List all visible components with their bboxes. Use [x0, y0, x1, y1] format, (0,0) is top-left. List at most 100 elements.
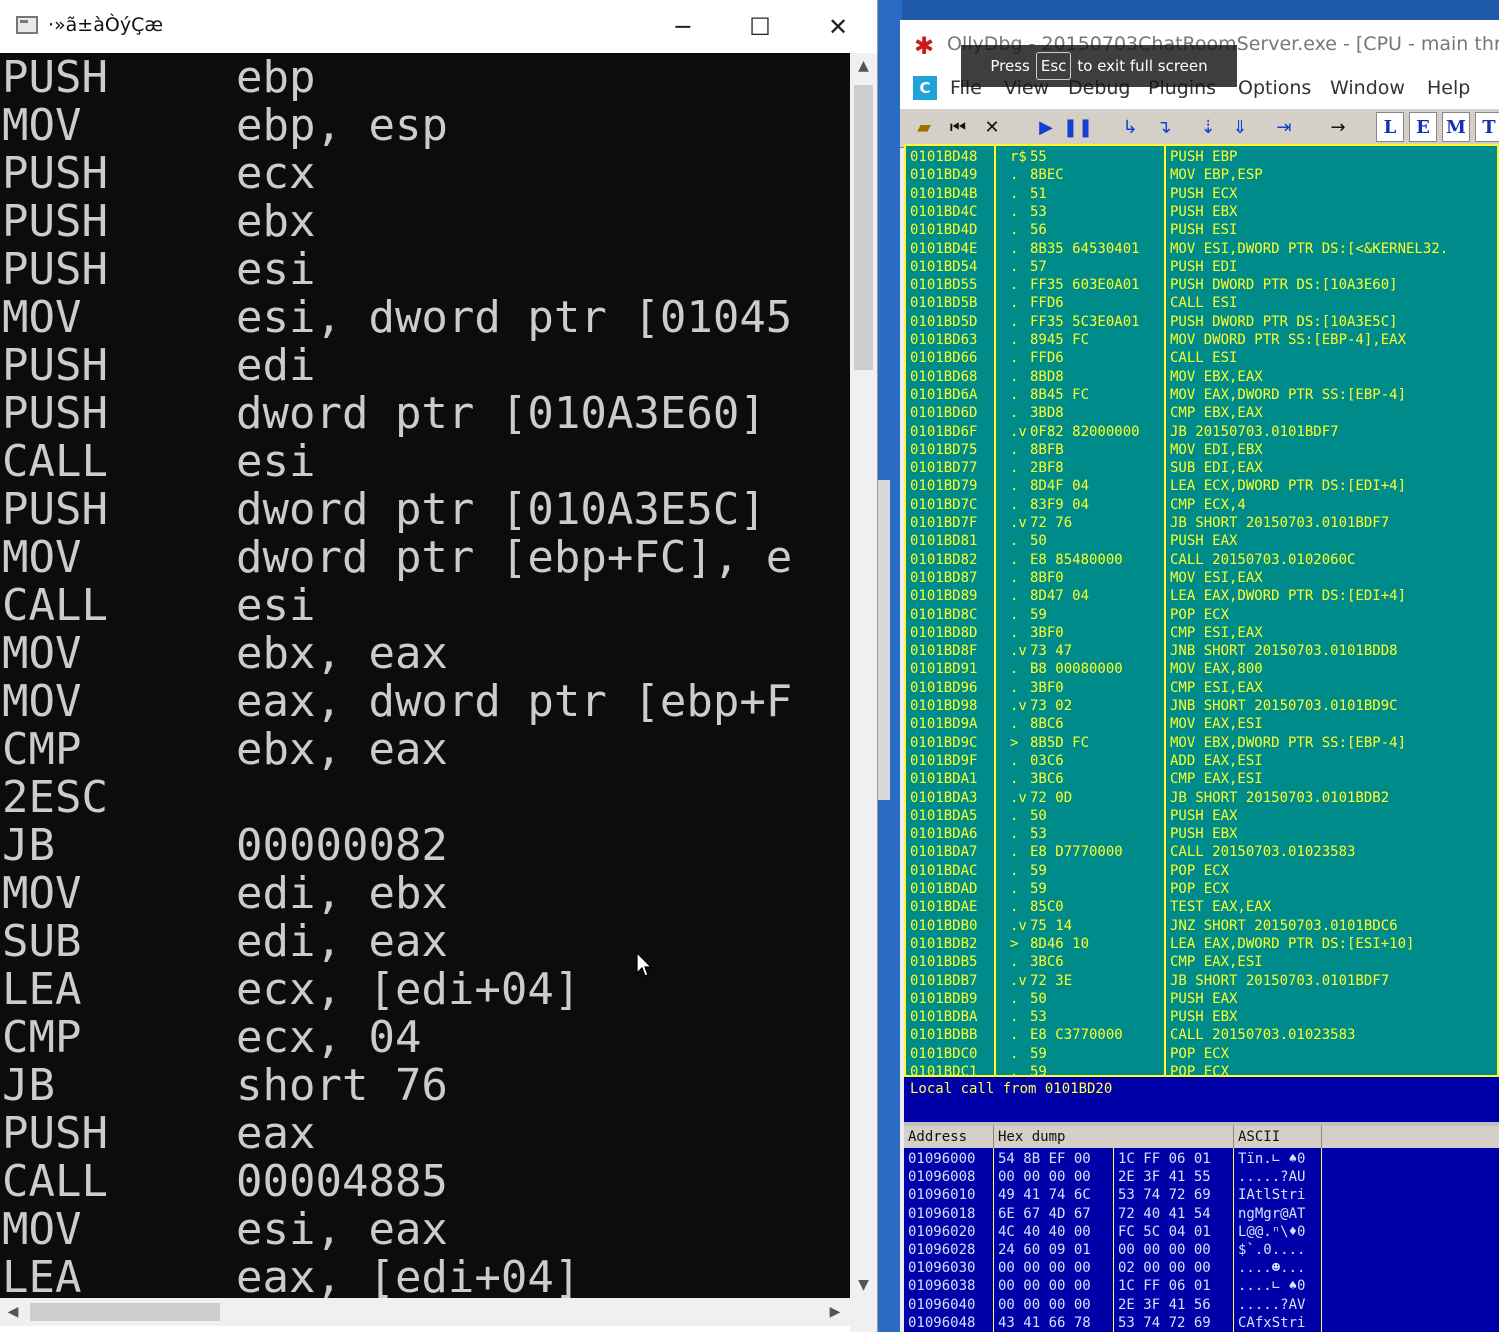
dump-header-ascii[interactable]: ASCII: [1234, 1126, 1322, 1148]
cpu-row[interactable]: 0101BDA3 .v 72 0D JB SHORT 20150703.0101BDB…: [906, 789, 1497, 807]
maximize-button[interactable]: ☐: [721, 0, 799, 53]
cpu-row[interactable]: 0101BD91. B8 00080000 MOV EAX,800: [906, 660, 1497, 678]
cpu-row[interactable]: 0101BD49. 8BEC MOV EBP,ESP: [906, 166, 1497, 184]
cpu-row[interactable]: 0101BD9C >8B5D FC MOV EBX,DWORD PTR SS:[EB…: [906, 734, 1497, 752]
cpu-row[interactable]: 0101BD75. 8BFB MOV EDI,EBX: [906, 441, 1497, 459]
trace-into-icon[interactable]: ⇣: [1194, 113, 1222, 141]
cpu-row[interactable]: 0101BD4E. 8B35 64530401 MOV ESI,DWORD PTR …: [906, 240, 1497, 258]
minimize-button[interactable]: ─: [644, 0, 722, 53]
threads-window-button[interactable]: T: [1475, 112, 1499, 142]
cpu-row[interactable]: 0101BD54. 57 PUSH EDI: [906, 258, 1497, 276]
cpu-row[interactable]: 0101BDBB. E8 C3770000 CALL 20150703.010235…: [906, 1026, 1497, 1044]
run-icon[interactable]: ▶: [1032, 113, 1060, 141]
dump-row[interactable]: 01096040 00 00 00 00 2E 3F 41 56 .....?AV: [904, 1296, 1499, 1314]
cpu-row[interactable]: 0101BDA1. 3BC6 CMP EAX,ESI: [906, 770, 1497, 788]
cpu-row[interactable]: 0101BD9A. 8BC6 MOV EAX,ESI: [906, 715, 1497, 733]
pause-icon[interactable]: ❚❚: [1063, 113, 1093, 141]
log-window-button[interactable]: L: [1376, 112, 1404, 142]
cpu-hex: 8D47 04: [1030, 588, 1090, 605]
dump-row[interactable]: 01096010 49 41 74 6C 53 74 72 69 IAtlStri: [904, 1186, 1499, 1204]
hex-dump-pane[interactable]: Address Hex dump ASCII 01096000 54 8B EF …: [904, 1126, 1499, 1332]
menu-help[interactable]: Help: [1427, 77, 1470, 99]
menu-options[interactable]: Options: [1238, 77, 1311, 99]
cpu-row[interactable]: 0101BD79. 8D4F 04 LEA ECX,DWORD PTR DS:[ED…: [906, 477, 1497, 495]
vertical-scrollbar[interactable]: ▲ ▼: [850, 53, 877, 1298]
dump-header-address[interactable]: Address: [904, 1126, 994, 1148]
cpu-row[interactable]: 0101BDB0 .v 75 14 JNZ SHORT 20150703.0101BD…: [906, 917, 1497, 935]
cpu-row[interactable]: 0101BDA6. 53 PUSH EBX: [906, 825, 1497, 843]
dump-row[interactable]: 01096048 43 41 66 78 53 74 72 69 CAfxStri: [904, 1314, 1499, 1332]
cpu-row[interactable]: 0101BDB5. 3BC6 CMP EAX,ESI: [906, 953, 1497, 971]
cpu-row[interactable]: 0101BDAC. 59 POP ECX: [906, 862, 1497, 880]
cpu-row[interactable]: 0101BD6D. 3BD8 CMP EBX,EAX: [906, 404, 1497, 422]
cpu-window-icon[interactable]: C: [913, 76, 937, 100]
dump-row[interactable]: 01096028 24 60 09 01 00 00 00 00 $`.0....: [904, 1241, 1499, 1259]
cpu-row[interactable]: 0101BD6F .v 0F82 82000000 JB 20150703.0101B…: [906, 423, 1497, 441]
memory-window-button[interactable]: M: [1442, 112, 1470, 142]
scroll-left-button[interactable]: ◀: [0, 1298, 26, 1326]
close-program-icon[interactable]: ✕: [978, 113, 1006, 141]
cpu-row[interactable]: 0101BD55. FF35 603E0A01 PUSH DWORD PTR DS:…: [906, 276, 1497, 294]
cpu-row[interactable]: 0101BDB9. 50 PUSH EAX: [906, 990, 1497, 1008]
cpu-row[interactable]: 0101BD68. 8BD8 MOV EBX,EAX: [906, 368, 1497, 386]
dump-row[interactable]: 01096018 6E 67 4D 67 72 40 41 54 ngMgr@AT: [904, 1205, 1499, 1223]
cpu-row[interactable]: 0101BD5D. FF35 5C3E0A01 PUSH DWORD PTR DS:…: [906, 313, 1497, 331]
cpu-row[interactable]: 0101BDB2 >8D46 10 LEA EAX,DWORD PTR DS:[ES…: [906, 935, 1497, 953]
cpu-row[interactable]: 0101BD96. 3BF0 CMP ESI,EAX: [906, 679, 1497, 697]
scroll-right-button[interactable]: ▶: [822, 1298, 848, 1326]
modules-window-button[interactable]: E: [1409, 112, 1437, 142]
cpu-row[interactable]: 0101BD77. 2BF8 SUB EDI,EAX: [906, 459, 1497, 477]
cpu-row[interactable]: 0101BD63. 8945 FC MOV DWORD PTR SS:[EBP-4]…: [906, 331, 1497, 349]
cpu-row[interactable]: 0101BD4B. 51 PUSH ECX: [906, 185, 1497, 203]
cpu-row[interactable]: 0101BD9F. 03C6 ADD EAX,ESI: [906, 752, 1497, 770]
dump-row[interactable]: 01096038 00 00 00 00 1C FF 06 01 ....∟ ♠0: [904, 1277, 1499, 1295]
dump-row[interactable]: 01096000 54 8B EF 00 1C FF 06 01 Tïn.∟ ♠0: [904, 1150, 1499, 1168]
step-over-icon[interactable]: ↴: [1150, 113, 1178, 141]
cpu-row[interactable]: 0101BD6A. 8B45 FC MOV EAX,DWORD PTR SS:[EB…: [906, 386, 1497, 404]
horizontal-scrollbar[interactable]: ◀ ▶: [0, 1298, 850, 1326]
cpu-address: 0101BDC1: [910, 1064, 978, 1077]
cpu-row[interactable]: 0101BDBA. 53 PUSH EBX: [906, 1008, 1497, 1026]
vertical-scroll-thumb[interactable]: [854, 85, 873, 370]
restart-icon[interactable]: ⏮: [944, 113, 972, 141]
execute-till-return-icon[interactable]: ⇥: [1270, 113, 1298, 141]
cpu-row[interactable]: 0101BDA5. 50 PUSH EAX: [906, 807, 1497, 825]
cpu-asm: POP ECX: [1170, 606, 1230, 623]
cpu-row[interactable]: 0101BD7F .v 72 76 JB SHORT 20150703.0101BDF…: [906, 514, 1497, 532]
cpu-row[interactable]: 0101BD8C. 59 POP ECX: [906, 606, 1497, 624]
cpu-row[interactable]: 0101BD8F .v 73 47 JNB SHORT 20150703.0101BD…: [906, 642, 1497, 660]
cpu-row[interactable]: 0101BDC0. 59 POP ECX: [906, 1045, 1497, 1063]
cpu-row[interactable]: 0101BD4D. 56 PUSH ESI: [906, 221, 1497, 239]
dump-row[interactable]: 01096008 00 00 00 00 2E 3F 41 55 .....?AU: [904, 1168, 1499, 1186]
cpu-row[interactable]: 0101BD4C. 53 PUSH EBX: [906, 203, 1497, 221]
scroll-down-button[interactable]: ▼: [850, 1272, 877, 1298]
step-into-icon[interactable]: ↳: [1116, 113, 1144, 141]
close-button[interactable]: ✕: [799, 0, 877, 53]
dump-row[interactable]: 01096020 4C 40 40 00 FC 5C 04 01 L@@.ⁿ\♦0: [904, 1223, 1499, 1241]
cpu-row[interactable]: 0101BD48 r$ 55 PUSH EBP: [906, 148, 1497, 166]
horizontal-scroll-thumb[interactable]: [30, 1303, 220, 1321]
cpu-row[interactable]: 0101BDAE. 85C0 TEST EAX,EAX: [906, 898, 1497, 916]
cpu-row[interactable]: 0101BDB7 .v 72 3E JB SHORT 20150703.0101BDF…: [906, 972, 1497, 990]
cpu-row[interactable]: 0101BDA7. E8 D7770000 CALL 20150703.010235…: [906, 843, 1497, 861]
trace-over-icon[interactable]: ⇓: [1226, 113, 1254, 141]
scroll-up-button[interactable]: ▲: [850, 53, 877, 79]
dump-row[interactable]: 01096030 00 00 00 00 02 00 00 00 ....☻...: [904, 1259, 1499, 1277]
cpu-row[interactable]: 0101BDAD. 59 POP ECX: [906, 880, 1497, 898]
menu-window[interactable]: Window: [1330, 77, 1405, 99]
console-output[interactable]: PUSH ebp MOV ebp, esp PUSH ecx PUSH ebx PUSH esi M…: [0, 53, 850, 1298]
cpu-row[interactable]: 0101BD66. FFD6 CALL ESI: [906, 349, 1497, 367]
cpu-row[interactable]: 0101BD89. 8D47 04 LEA EAX,DWORD PTR DS:[ED…: [906, 587, 1497, 605]
open-icon[interactable]: ▰: [910, 113, 938, 141]
cpu-row[interactable]: 0101BD5B. FFD6 CALL ESI: [906, 294, 1497, 312]
cpu-row[interactable]: 0101BD82. E8 85480000 CALL 20150703.010206…: [906, 551, 1497, 569]
go-to-icon[interactable]: →: [1324, 113, 1352, 141]
cpu-row[interactable]: 0101BD81. 50 PUSH EAX: [906, 532, 1497, 550]
cpu-disassembly-pane[interactable]: 0101BD48 r$ 55 PUSH EBP 0101BD49. 8BEC MOV EBP…: [904, 144, 1499, 1077]
cpu-row[interactable]: 0101BD7C. 83F9 04 CMP ECX,4: [906, 496, 1497, 514]
cpu-row[interactable]: 0101BD98 .v 73 02 JNB SHORT 20150703.0101BD…: [906, 697, 1497, 715]
cpu-row[interactable]: 0101BD87. 8BF0 MOV ESI,EAX: [906, 569, 1497, 587]
cpu-row[interactable]: 0101BD8D. 3BF0 CMP ESI,EAX: [906, 624, 1497, 642]
dump-header-hex[interactable]: Hex dump: [994, 1126, 1234, 1148]
cpu-row[interactable]: 0101BDC1. 59 POP ECX: [906, 1063, 1497, 1077]
